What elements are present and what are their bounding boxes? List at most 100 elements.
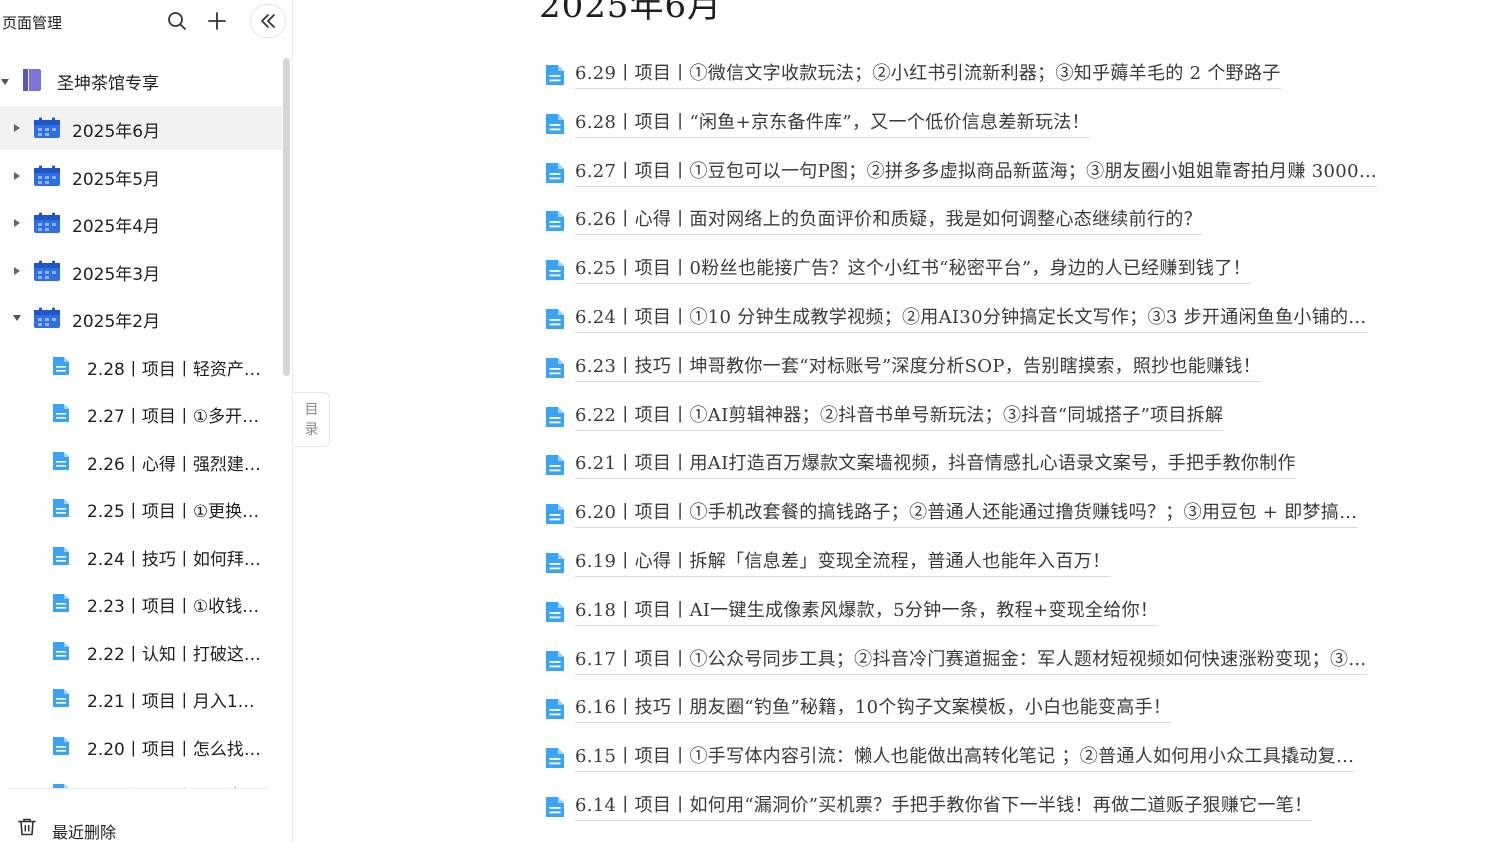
tree-doc[interactable]: 2.19丨项目丨①图片… [0,771,282,788]
doc-list-item[interactable]: 6.25丨项目丨0粉丝也能接广告？这个小红书“秘密平台”，身边的人已经赚到钱了！ [545,255,1445,285]
document-icon [545,796,565,822]
doc-list-item[interactable]: 6.22丨项目丨①AI剪辑神器；②抖音书单号新玩法；③抖音“同城搭子”项目拆解 [545,402,1445,432]
doc-list-item[interactable]: 6.26丨心得丨面对网络上的负面评价和质疑，我是如何调整心态继续前行的？ [545,206,1445,236]
double-chevron-left-icon [261,14,275,28]
tree-doc[interactable]: 2.27丨项目丨①多开… [0,391,282,435]
tree-book-label: 圣坤茶馆专享 [57,74,159,94]
document-icon [545,308,565,334]
doc-list-item[interactable]: 6.21丨项目丨用AI打造百万爆款文案墙视频，抖音情感扎心语录文案号，手把手教你… [545,450,1445,480]
doc-link[interactable]: 6.21丨项目丨用AI打造百万爆款文案墙视频，抖音情感扎心语录文案号，手把手教你… [575,450,1296,480]
tree-month[interactable]: 2025年4月 [0,201,282,245]
doc-link[interactable]: 6.16丨技巧丨朋友圈“钓鱼”秘籍，10个钩子文案模板，小白也能变高手！ [575,694,1172,724]
book-icon [20,68,42,96]
tree-doc[interactable]: 2.24丨技巧丨如何拜… [0,534,282,578]
collapse-sidebar-button[interactable] [250,4,286,38]
document-icon [52,641,70,665]
tree-doc[interactable]: 2.21丨项目丨月入1… [0,676,282,720]
caret-down-icon[interactable] [12,313,22,323]
calendar-folder-icon [33,117,61,143]
document-icon [545,503,565,529]
document-icon [545,64,565,90]
doc-list-item[interactable]: 6.17丨项目丨①公众号同步工具；②抖音冷门赛道掘金：军人题材短视频如何快速涨粉… [545,646,1445,676]
tree-month[interactable]: 2025年5月 [0,154,282,198]
document-icon [52,688,70,712]
document-icon [52,451,70,475]
document-icon [545,747,565,773]
document-icon [52,356,70,380]
document-icon [545,698,565,724]
tree-doc-label: 2.26丨心得丨强烈建… [87,454,261,475]
doc-link[interactable]: 6.28丨项目丨“闲鱼+京东备件库”，又一个低价信息差新玩法！ [575,109,1090,138]
sidebar-scrollbar[interactable] [283,58,290,376]
doc-list-item[interactable]: 6.19丨心得丨拆解「信息差」变现全流程，普通人也能年入百万！ [545,548,1445,578]
document-icon [545,113,565,139]
doc-list-item[interactable]: 6.18丨项目丨AI一键生成像素风爆款，5分钟一条，教程+变现全给你！ [545,597,1445,627]
document-icon [545,454,565,480]
doc-list-item[interactable]: 6.20丨项目丨①手机改套餐的搞钱路子；②普通人还能通过撸货赚钱吗？；③用豆包 … [545,499,1445,529]
doc-link[interactable]: 6.17丨项目丨①公众号同步工具；②抖音冷门赛道掘金：军人题材短视频如何快速涨粉… [575,646,1367,675]
document-icon [545,259,565,285]
document-icon [52,546,70,570]
doc-list-item[interactable]: 6.29丨项目丨①微信文字收款玩法；②小红书引流新利器；③知乎薅羊毛的 2 个野… [545,60,1445,90]
tree-doc[interactable]: 2.22丨认知丨打破这… [0,629,282,673]
tree-doc[interactable]: 2.26丨心得丨强烈建… [0,439,282,483]
doc-list-item[interactable]: 6.23丨技巧丨坤哥教你一套“对标账号”深度分析SOP，告别瞎摸索，照抄也能赚钱… [545,353,1445,383]
tree-month[interactable]: 2025年2月 [0,296,282,340]
sidebar: 页面管理 圣坤茶馆专享 2025年6月 2025年5月 2025年4月 2025年3月… [0,0,293,842]
document-icon [52,498,70,522]
doc-link[interactable]: 6.18丨项目丨AI一键生成像素风爆款，5分钟一条，教程+变现全给你！ [575,597,1159,626]
doc-list-item[interactable]: 6.28丨项目丨“闲鱼+京东备件库”，又一个低价信息差新玩法！ [545,109,1445,139]
tree-doc-label: 2.27丨项目丨①多开… [87,407,260,427]
document-icon [545,650,565,676]
trash-icon [17,817,37,841]
document-icon [545,210,565,236]
tree-doc-label: 2.25丨项目丨①更换… [87,502,260,522]
doc-list-item[interactable]: 6.24丨项目丨①10 分钟生成教学视频；②用AI30分钟搞定长文写作；③3 步… [545,304,1445,334]
doc-list-item[interactable]: 6.15丨项目丨①手写体内容引流：懒人也能做出高转化笔记 ；②普通人如何用小众工… [545,743,1445,773]
tree-doc-label: 2.20丨项目丨怎么找… [87,739,261,760]
tree-doc-label: 2.22丨认知丨打破这… [87,644,261,665]
doc-link[interactable]: 6.24丨项目丨①10 分钟生成教学视频；②用AI30分钟搞定长文写作；③3 步… [575,304,1367,333]
calendar-folder-icon [33,165,61,191]
search-icon[interactable] [165,9,189,33]
tree-month[interactable]: 2025年6月 [0,106,282,150]
tree-month[interactable]: 2025年3月 [0,249,282,293]
doc-list-item[interactable]: 6.27丨项目丨①豆包可以一句P图；②拼多多虚拟商品新蓝海；③朋友圈小姐姐靠寄拍… [545,158,1445,188]
caret-right-icon[interactable] [12,266,22,276]
recently-deleted-button[interactable]: 最近删除 [0,808,282,842]
tree-doc-label: 2.21丨项目丨月入1… [87,692,255,712]
doc-link[interactable]: 6.23丨技巧丨坤哥教你一套“对标账号”深度分析SOP，告别瞎摸索，照抄也能赚钱… [575,353,1261,382]
doc-link[interactable]: 6.27丨项目丨①豆包可以一句P图；②拼多多虚拟商品新蓝海；③朋友圈小姐姐靠寄拍… [575,158,1378,187]
tree-book[interactable]: 圣坤茶馆专享 [0,58,282,102]
doc-link[interactable]: 6.19丨心得丨拆解「信息差」变现全流程，普通人也能年入百万！ [575,548,1111,577]
caret-down-icon[interactable] [0,77,10,87]
sidebar-title: 页面管理 [2,14,63,32]
tree-doc-label: 2.23丨项目丨①收钱… [87,597,260,617]
document-icon [545,552,565,578]
doc-link[interactable]: 6.26丨心得丨面对网络上的负面评价和质疑，我是如何调整心态继续前行的？ [575,206,1202,236]
caret-right-icon[interactable] [12,218,22,228]
sidebar-header: 页面管理 [0,0,292,42]
doc-link[interactable]: 6.22丨项目丨①AI剪辑神器；②抖音书单号新玩法；③抖音“同城搭子”项目拆解 [575,402,1224,431]
doc-link[interactable]: 6.20丨项目丨①手机改套餐的搞钱路子；②普通人还能通过撸货赚钱吗？；③用豆包 … [575,499,1358,529]
plus-icon[interactable] [205,9,229,33]
caret-right-icon[interactable] [12,171,22,181]
divider [8,788,268,789]
tree-doc[interactable]: 2.20丨项目丨怎么找… [0,724,282,768]
doc-list-item[interactable]: 6.14丨项目丨如何用“漏洞价”买机票？手把手教你省下一半钱！再做二道贩子狠赚它… [545,792,1445,822]
tree-month-label: 2025年6月 [72,122,161,142]
document-icon [545,601,565,627]
doc-list-item[interactable]: 6.16丨技巧丨朋友圈“钓鱼”秘籍，10个钩子文案模板，小白也能变高手！ [545,694,1445,724]
calendar-folder-icon [33,307,61,333]
main-content: 2025年6月 6.29丨项目丨①微信文字收款玩法；②小红书引流新利器；③知乎薅… [293,0,1512,842]
tree-doc[interactable]: 2.28丨项目丨轻资产… [0,344,282,388]
document-icon [52,593,70,617]
doc-link[interactable]: 6.15丨项目丨①手写体内容引流：懒人也能做出高转化笔记 ；②普通人如何用小众工… [575,743,1355,773]
caret-right-icon[interactable] [12,123,22,133]
tree-doc[interactable]: 2.23丨项目丨①收钱… [0,581,282,625]
tree-month-label: 2025年4月 [72,217,161,237]
doc-link[interactable]: 6.25丨项目丨0粉丝也能接广告？这个小红书“秘密平台”，身边的人已经赚到钱了！ [575,255,1251,285]
tree-doc[interactable]: 2.25丨项目丨①更换… [0,486,282,530]
doc-link[interactable]: 6.29丨项目丨①微信文字收款玩法；②小红书引流新利器；③知乎薅羊毛的 2 个野… [575,60,1281,89]
doc-link[interactable]: 6.14丨项目丨如何用“漏洞价”买机票？手把手教你省下一半钱！再做二道贩子狠赚它… [575,792,1313,821]
